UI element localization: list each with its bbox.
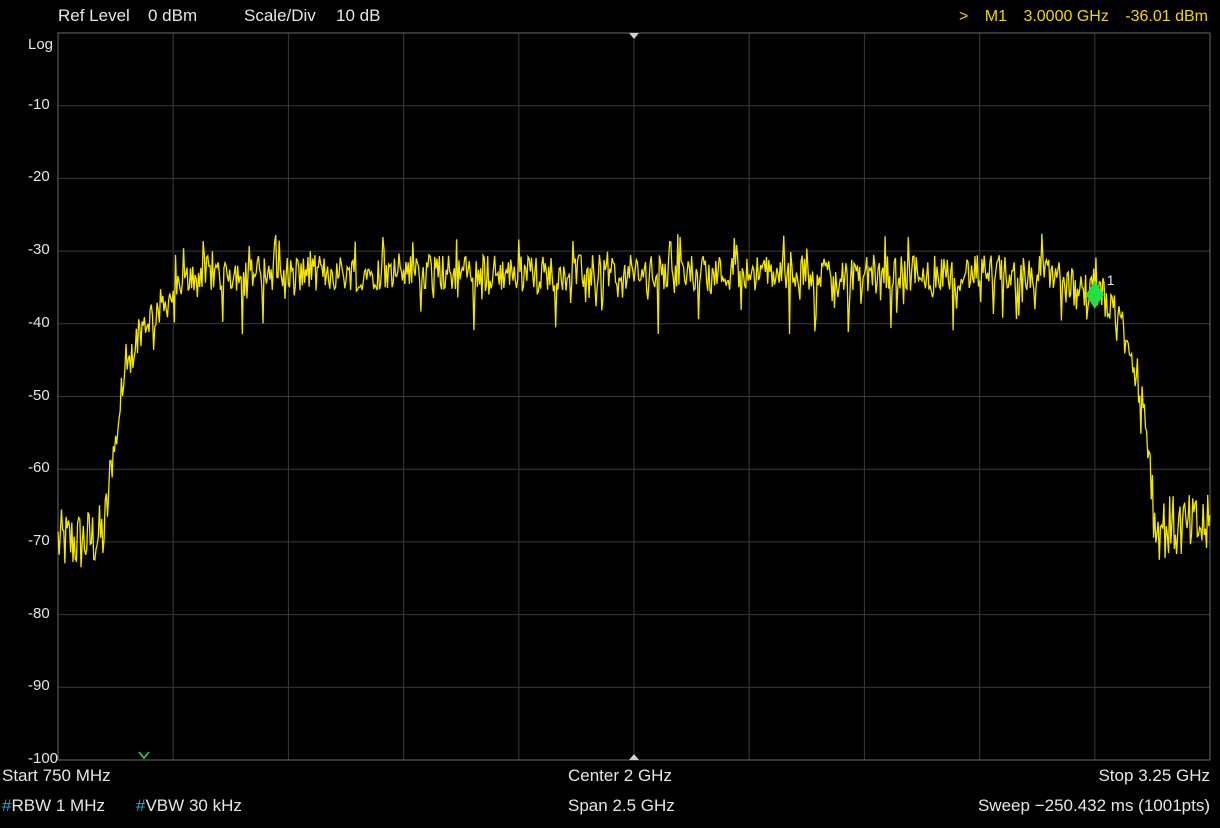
spectrum-plot[interactable]: 1 [0, 0, 1220, 828]
span-label: Span [568, 796, 608, 815]
stop-freq: Stop 3.25 GHz [1098, 766, 1210, 786]
center-marker-bottom-icon [629, 754, 639, 760]
chevron-down-icon [138, 751, 150, 760]
sweep-label: Sweep [977, 796, 1030, 815]
center-value: 2 GHz [623, 766, 672, 785]
center-label: Center [568, 766, 620, 785]
rbw-value: 1 MHz [55, 796, 105, 815]
plot-grid [57, 32, 1211, 761]
rbw-label: RBW [11, 796, 52, 815]
y-tick-label: -40 [28, 313, 50, 331]
y-tick-label: -20 [28, 168, 50, 186]
marker-1-label: 1 [1107, 272, 1115, 288]
span-setting[interactable]: Span 2.5 GHz [568, 796, 675, 816]
vbw-value: 30 kHz [188, 796, 242, 815]
stop-label: Stop [1098, 766, 1134, 785]
y-scale-word: Log [28, 36, 54, 53]
sweep-value: −250.432 ms (1001pts) [1034, 796, 1210, 815]
vbw-label: VBW [145, 796, 185, 815]
sweep-setting[interactable]: Sweep −250.432 ms (1001pts) [978, 796, 1210, 816]
vbw-setting[interactable]: #VBW 30 kHz [136, 796, 242, 816]
y-tick-label: -50 [28, 386, 50, 404]
start-label: Start [2, 766, 38, 785]
y-tick-label: -90 [28, 677, 50, 695]
center-marker-top-icon [629, 33, 639, 39]
y-tick-label: -70 [28, 531, 50, 549]
y-tick-label: -30 [28, 241, 50, 259]
y-tick-label: -10 [28, 95, 50, 113]
center-freq: Center 2 GHz [568, 766, 672, 786]
y-tick-label: -100 [28, 750, 59, 767]
stop-value: 3.25 GHz [1138, 766, 1210, 785]
start-freq: Start 750 MHz [2, 766, 111, 786]
rbw-setting[interactable]: #RBW 1 MHz [2, 796, 105, 816]
y-tick-label: -60 [28, 459, 50, 477]
span-value: 2.5 GHz [612, 796, 675, 815]
y-tick-label: -80 [28, 604, 50, 622]
start-value: 750 MHz [42, 766, 111, 785]
